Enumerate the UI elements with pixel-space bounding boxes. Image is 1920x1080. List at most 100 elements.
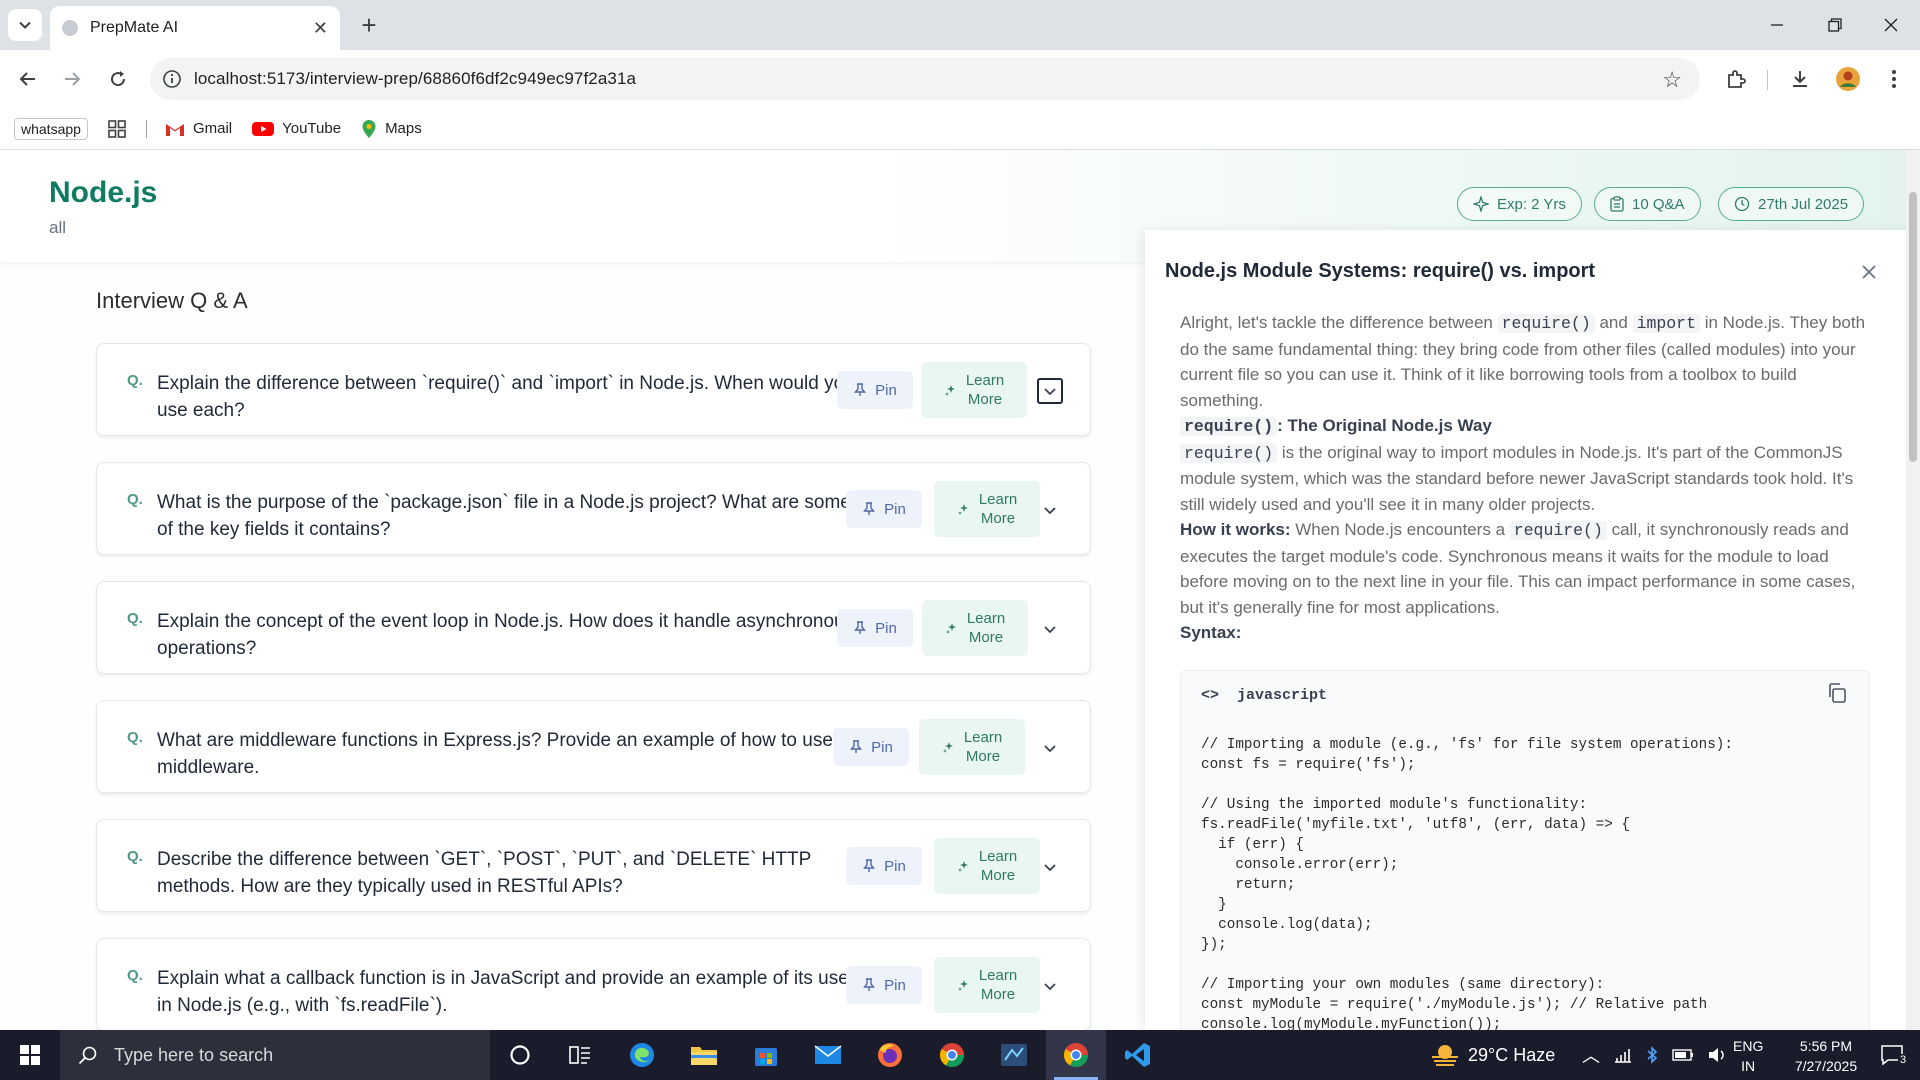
taskbar-chrome[interactable]	[922, 1030, 982, 1080]
learn-more-drawer: Node.js Module Systems: require() vs. im…	[1145, 230, 1920, 1030]
learn-more-button[interactable]: Learn More	[919, 719, 1025, 775]
language-code: ENG	[1733, 1038, 1764, 1054]
tab-search-button[interactable]	[8, 9, 42, 41]
weather-widget[interactable]: 29°C Haze	[1430, 1030, 1555, 1080]
network-icon[interactable]	[1614, 1047, 1632, 1063]
toolbar-divider	[1767, 70, 1768, 90]
taskbar-app-tool[interactable]	[984, 1030, 1044, 1080]
extensions-button[interactable]	[1718, 62, 1754, 96]
tab-close-icon[interactable]: ✕	[313, 18, 328, 39]
qa-card[interactable]: Q. Explain what a callback function is in…	[96, 938, 1091, 1030]
subheading: require(): The Original Node.js Way	[1180, 413, 1870, 440]
reload-button[interactable]	[100, 62, 136, 96]
bookmark-label: YouTube	[282, 120, 342, 137]
qa-card[interactable]: Q. Describe the difference between `GET`,…	[96, 819, 1091, 912]
browser-tab-active[interactable]: PrepMate AI ✕	[50, 6, 340, 50]
task-view-button[interactable]	[550, 1030, 610, 1080]
new-tab-button[interactable]: +	[352, 8, 386, 42]
battery-icon[interactable]	[1672, 1049, 1694, 1061]
commonjs-paragraph: require() is the original way to import …	[1180, 440, 1870, 518]
bookmark-label: Maps	[385, 120, 422, 137]
expand-toggle[interactable]	[1037, 973, 1063, 999]
learn-more-button[interactable]: Learn More	[921, 362, 1027, 418]
volume-icon[interactable]	[1708, 1047, 1726, 1063]
clock[interactable]: 5:56 PM 7/27/2025	[1786, 1036, 1866, 1074]
chrome-icon	[1063, 1043, 1088, 1068]
expand-toggle[interactable]	[1037, 378, 1063, 404]
bluetooth-icon[interactable]	[1646, 1046, 1658, 1064]
learn-more-button[interactable]: Learn More	[934, 481, 1040, 537]
browser-menu-button[interactable]	[1876, 62, 1912, 96]
inline-code: import	[1632, 314, 1700, 333]
app-viewport: Node.js all Exp: 2 Yrs 10 Q&A 27th Jul 2…	[0, 150, 1920, 1030]
taskbar-file-explorer[interactable]	[674, 1030, 734, 1080]
forward-button[interactable]	[54, 62, 90, 96]
qa-card[interactable]: Q. What are middleware functions in Expre…	[96, 700, 1091, 793]
taskbar-edge[interactable]	[612, 1030, 672, 1080]
page-scrollbar[interactable]	[1906, 150, 1920, 1030]
learn-more-label: Learn More	[979, 490, 1017, 528]
window-close-button[interactable]	[1862, 0, 1920, 50]
cortana-button[interactable]	[490, 1030, 550, 1080]
expand-toggle[interactable]	[1037, 854, 1063, 880]
taskbar-search[interactable]: Type here to search	[60, 1030, 490, 1080]
site-info-icon[interactable]	[150, 69, 194, 89]
qa-card[interactable]: Q. Explain the concept of the event loop …	[96, 581, 1091, 674]
close-icon	[1884, 18, 1898, 32]
taskbar-mail[interactable]	[798, 1030, 858, 1080]
question-text: Explain the difference between `require(…	[157, 373, 855, 421]
back-button[interactable]	[10, 62, 46, 96]
region-code: IN	[1741, 1058, 1756, 1074]
learn-more-button[interactable]: Learn More	[934, 957, 1040, 1013]
qa-card[interactable]: Q. What is the purpose of the `package.js…	[96, 462, 1091, 555]
drawer-title: Node.js Module Systems: require() vs. im…	[1165, 260, 1596, 282]
expand-toggle[interactable]	[1037, 616, 1063, 642]
learn-more-button[interactable]: Learn More	[922, 600, 1028, 656]
notification-center[interactable]: 3	[1872, 1030, 1912, 1080]
bookmark-apps[interactable]	[108, 119, 126, 138]
sparkle-icon	[957, 504, 968, 515]
bookmark-star-icon[interactable]: ☆	[1662, 67, 1682, 93]
downloads-button[interactable]	[1782, 62, 1818, 96]
topic-title: Node.js	[49, 176, 158, 209]
question-prefix: Q.	[127, 729, 143, 746]
pin-icon	[863, 502, 876, 515]
bookmark-gmail[interactable]: Gmail	[165, 120, 232, 137]
pin-button[interactable]: Pin	[833, 728, 909, 766]
pin-icon	[863, 978, 876, 991]
bookmark-youtube[interactable]: YouTube	[252, 120, 341, 137]
qa-card[interactable]: Q. Explain the difference between `requir…	[96, 343, 1091, 436]
address-bar[interactable]: localhost:5173/interview-prep/68860f6df2…	[150, 58, 1700, 100]
taskbar-store[interactable]	[736, 1030, 796, 1080]
browser-toolbar: localhost:5173/interview-prep/68860f6df2…	[0, 50, 1920, 108]
copy-icon[interactable]	[1825, 681, 1849, 705]
sparkle-icon	[945, 623, 956, 634]
chevron-up-icon[interactable]: ︿	[1582, 1042, 1600, 1068]
minimize-icon	[1771, 24, 1783, 26]
taskbar-firefox[interactable]	[860, 1030, 920, 1080]
language-indicator[interactable]: ENG IN	[1733, 1036, 1763, 1074]
expand-toggle[interactable]	[1037, 497, 1063, 523]
pin-button[interactable]: Pin	[837, 371, 913, 409]
learn-more-line: Learn	[966, 610, 1006, 627]
scrollbar-thumb[interactable]	[1909, 192, 1917, 462]
learn-more-button[interactable]: Learn More	[934, 838, 1040, 894]
taskbar-vscode[interactable]	[1108, 1030, 1168, 1080]
pin-button[interactable]: Pin	[846, 847, 922, 885]
taskbar-chrome-active[interactable]	[1046, 1030, 1106, 1080]
restore-button[interactable]	[1806, 0, 1864, 50]
inline-code: require()	[1180, 417, 1278, 436]
how-it-works-paragraph: How it works: When Node.js encounters a …	[1180, 517, 1870, 620]
bookmark-whatsapp[interactable]: whatsapp	[14, 117, 88, 140]
pin-button[interactable]: Pin	[837, 609, 913, 647]
close-icon[interactable]	[1857, 260, 1881, 284]
weather-text: 29°C Haze	[1468, 1044, 1556, 1065]
minimize-button[interactable]	[1748, 0, 1806, 50]
pin-button[interactable]: Pin	[846, 490, 922, 528]
start-button[interactable]	[0, 1030, 60, 1080]
profile-avatar[interactable]	[1830, 62, 1866, 96]
chevron-down-icon	[19, 21, 31, 29]
expand-toggle[interactable]	[1037, 735, 1063, 761]
bookmark-maps[interactable]: Maps	[361, 119, 422, 139]
pin-button[interactable]: Pin	[846, 966, 922, 1004]
